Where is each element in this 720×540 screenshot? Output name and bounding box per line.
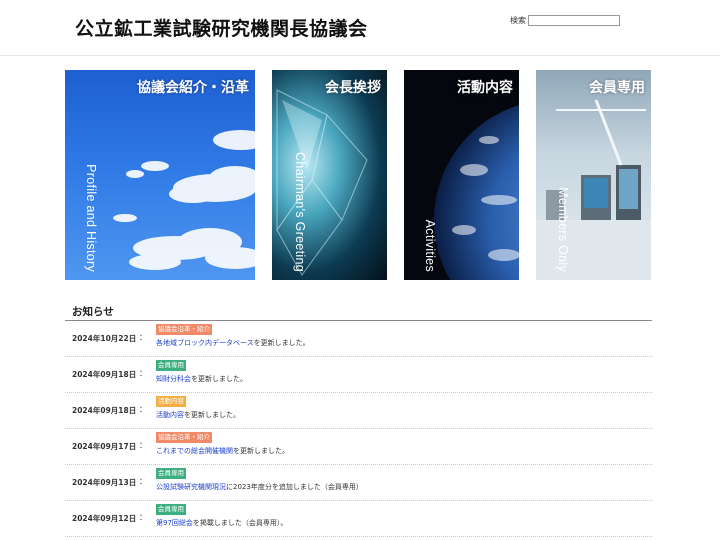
- news-date: 2024年09月12日: [72, 514, 137, 523]
- news-link[interactable]: 第97回総会: [156, 519, 193, 527]
- tile-subtitle: Members Only: [556, 187, 570, 272]
- news-category-badge: 会員専用: [156, 504, 186, 515]
- news-text-rest: を掲載しました（会員専用）。: [192, 519, 288, 527]
- news-separator: ：: [139, 333, 147, 342]
- news-text-rest: を更新しました。: [253, 339, 310, 347]
- news-text: 各地域ブロック内データベースを更新しました。: [156, 338, 310, 348]
- news-link[interactable]: 公設試験研究機関現況: [156, 483, 226, 491]
- news-text-rest: に2023年度分を追加しました（会員専用）: [226, 483, 363, 491]
- news-separator: ：: [139, 441, 147, 450]
- news-separator: ：: [139, 369, 147, 378]
- site-header: 公立鉱工業試験研究機関長協議会 検索: [0, 0, 720, 56]
- news-category-badge: 会員専用: [156, 468, 186, 479]
- tile-profile-history[interactable]: 協議会紹介・沿革 Profile and History: [65, 70, 255, 280]
- tile-subtitle: Activities: [423, 219, 437, 272]
- news-text: 公設試験研究機関現況に2023年度分を追加しました（会員専用）: [156, 482, 363, 492]
- news-text-rest: を更新しました。: [191, 375, 247, 383]
- search-label: 検索: [510, 16, 526, 25]
- tile-subtitle: Profile and History: [84, 164, 98, 272]
- tile-activities[interactable]: 活動内容 Activities: [404, 70, 519, 280]
- news-separator: ：: [139, 477, 147, 486]
- news-item: 2024年09月18日 ： 活動内容 活動内容を更新しました。: [65, 393, 652, 429]
- news-text-rest: を更新しました。: [184, 411, 240, 419]
- news-text: 知財分科会を更新しました。: [156, 374, 247, 384]
- news-text: これまでの総会開催機関を更新しました。: [156, 446, 289, 456]
- news-date: 2024年09月13日: [72, 478, 137, 487]
- news-item: 2024年09月12日 ： 会員専用 第97回総会を掲載しました（会員専用）。: [65, 501, 652, 537]
- crystal-image: [276, 89, 368, 276]
- news-text-rest: を更新しました。: [233, 447, 289, 455]
- news-category-badge: 活動内容: [156, 396, 186, 407]
- news-date: 2024年10月22日: [72, 334, 137, 343]
- news-date: 2024年09月17日: [72, 442, 137, 451]
- laboratory-image: [536, 99, 651, 280]
- news-link[interactable]: これまでの総会開催機関: [156, 447, 233, 455]
- news-item: 2024年10月22日 ： 協議会沿革・紹介 各地域ブロック内データベースを更新…: [65, 321, 652, 357]
- tile-title: 協議会紹介・沿革: [137, 80, 249, 96]
- news-item: 2024年09月13日 ： 会員専用 公設試験研究機関現況に2023年度分を追加…: [65, 465, 652, 501]
- news-item: 2024年09月18日 ： 会員専用 知財分科会を更新しました。: [65, 357, 652, 393]
- tile-title: 活動内容: [457, 80, 513, 96]
- search-form: 検索: [510, 15, 620, 26]
- news-separator: ：: [139, 405, 147, 414]
- news-heading: お知らせ: [72, 306, 114, 318]
- news-category-badge: 会員専用: [156, 360, 186, 371]
- tile-subtitle: Chairman's Greeting: [293, 152, 307, 272]
- news-text: 活動内容を更新しました。: [156, 410, 240, 420]
- news-item: 2024年09月17日 ： 協議会沿革・紹介 これまでの総会開催機関を更新しまし…: [65, 429, 652, 465]
- news-link[interactable]: 知財分科会: [156, 375, 191, 383]
- news-category-badge: 協議会沿革・紹介: [156, 324, 212, 335]
- news-date: 2024年09月18日: [72, 406, 137, 415]
- site-title[interactable]: 公立鉱工業試験研究機関長協議会: [75, 14, 368, 41]
- news-date: 2024年09月18日: [72, 370, 137, 379]
- news-link[interactable]: 各地域ブロック内データベース: [156, 339, 254, 347]
- news-category-badge: 協議会沿革・紹介: [156, 432, 212, 443]
- news-separator: ：: [139, 513, 147, 522]
- news-text: 第97回総会を掲載しました（会員専用）。: [156, 518, 287, 528]
- earth-image: [434, 105, 519, 280]
- tile-chairman-greeting[interactable]: 会長挨拶 Chairman's Greeting: [272, 70, 387, 280]
- search-input[interactable]: [528, 15, 620, 26]
- tile-title: 会長挨拶: [325, 80, 381, 96]
- news-link[interactable]: 活動内容: [156, 411, 184, 419]
- tile-members-only[interactable]: 会員専用 Members Only: [536, 70, 651, 280]
- tile-title: 会員専用: [589, 80, 645, 96]
- news-list: 2024年10月22日 ： 協議会沿革・紹介 各地域ブロック内データベースを更新…: [65, 321, 652, 537]
